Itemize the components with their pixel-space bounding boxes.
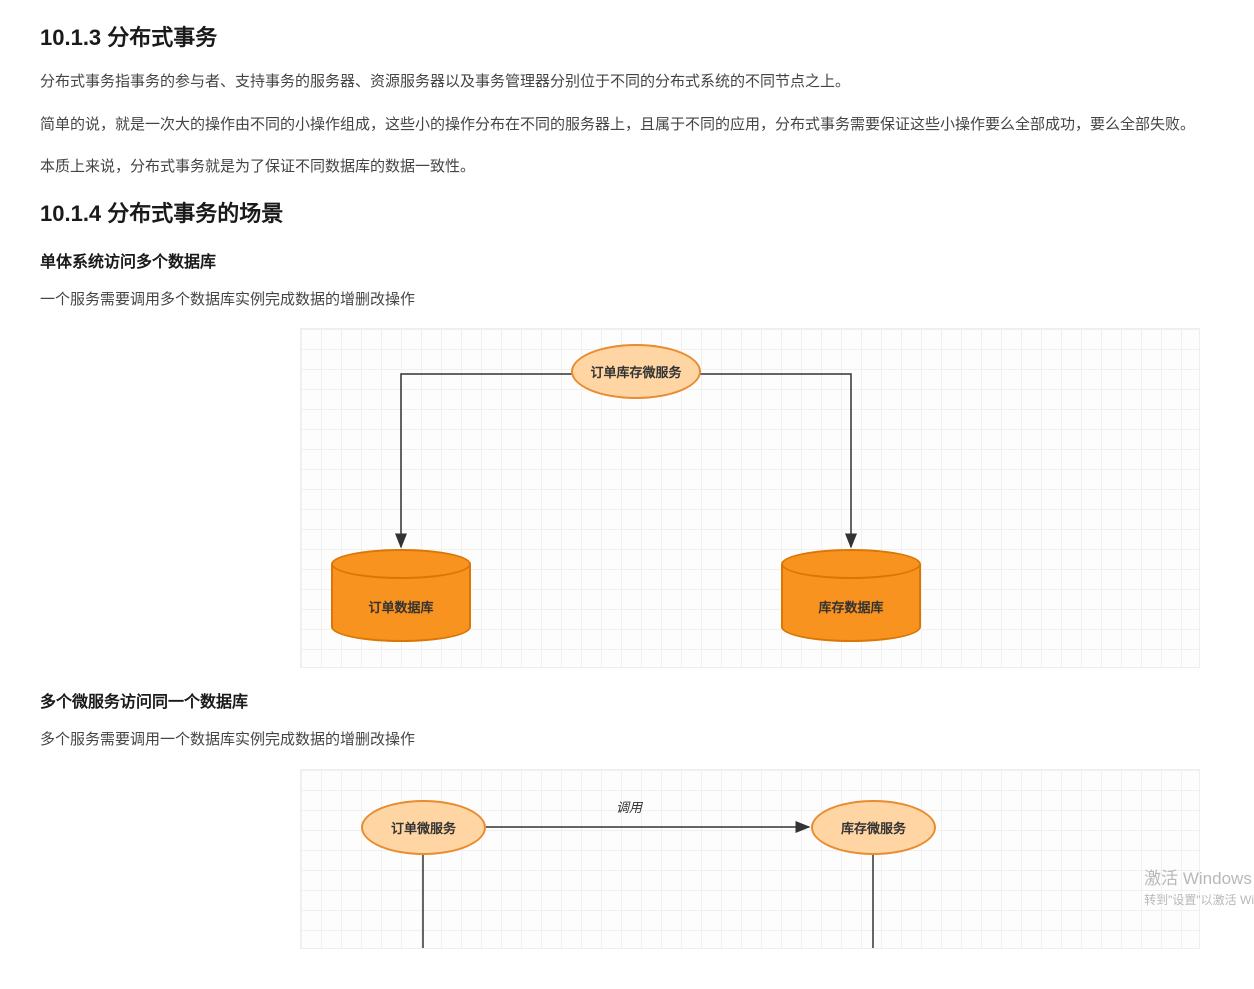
paragraph-text: 简单的说，就是一次大的操作由不同的小操作组成，这些小的操作分布在不同的服务器上，… xyxy=(40,111,1214,140)
paragraph-text: 一个服务需要调用多个数据库实例完成数据的增删改操作 xyxy=(40,286,1214,315)
section-heading-10-1-4: 10.1.4 分布式事务的场景 xyxy=(40,196,1214,228)
database-node-inventory: 库存数据库 xyxy=(781,549,921,644)
subsection-heading: 单体系统访问多个数据库 xyxy=(40,248,1214,272)
edge-label-call: 调用 xyxy=(616,797,642,816)
service-node-order: 订单微服务 xyxy=(361,800,486,855)
subsection-heading: 多个微服务访问同一个数据库 xyxy=(40,688,1214,712)
service-node-inventory: 库存微服务 xyxy=(811,800,936,855)
service-node-order-inventory: 订单库存微服务 xyxy=(571,344,701,399)
cylinder-cap-icon xyxy=(781,549,921,579)
node-label: 订单库存微服务 xyxy=(590,362,681,381)
node-label: 库存微服务 xyxy=(841,818,906,837)
paragraph-text: 分布式事务指事务的参与者、支持事务的服务器、资源服务器以及事务管理器分别位于不同… xyxy=(40,68,1214,97)
cylinder-cap-icon xyxy=(331,549,471,579)
paragraph-text: 本质上来说，分布式事务就是为了保证不同数据库的数据一致性。 xyxy=(40,153,1214,182)
diagram-single-system-multi-db: 订单库存微服务 订单数据库 库存数据库 xyxy=(300,328,1200,668)
diagram-connectors xyxy=(301,770,1199,948)
section-heading-10-1-3: 10.1.3 分布式事务 xyxy=(40,20,1214,52)
database-node-order: 订单数据库 xyxy=(331,549,471,644)
node-label: 订单微服务 xyxy=(391,818,456,837)
paragraph-text: 多个服务需要调用一个数据库实例完成数据的增删改操作 xyxy=(40,726,1214,755)
diagram-multi-service-single-db: 订单微服务 库存微服务 调用 xyxy=(300,769,1200,949)
